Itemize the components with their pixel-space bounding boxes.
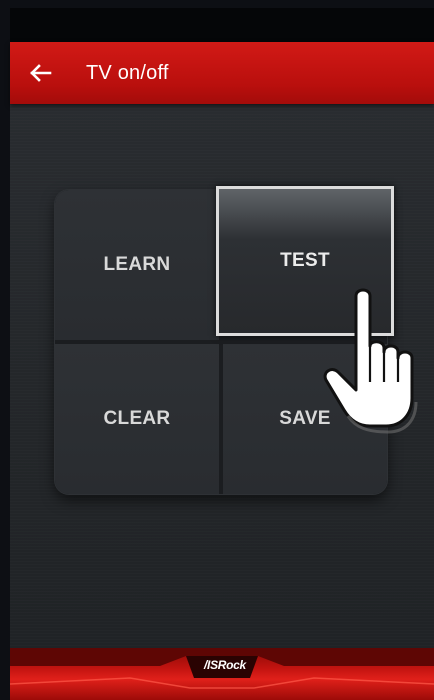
test-button[interactable]: TEST: [216, 186, 394, 336]
brand-logo: /ISRock: [204, 658, 246, 672]
page-title: TV on/off: [86, 62, 169, 84]
learn-button[interactable]: LEARN: [55, 190, 219, 340]
footer-ornament: [10, 648, 434, 689]
brand-footer: /ISRock: [10, 648, 434, 700]
back-button[interactable]: [28, 60, 58, 86]
status-bar: [10, 8, 434, 42]
app-bar: TV on/off: [10, 42, 434, 104]
clear-button[interactable]: CLEAR: [55, 344, 219, 494]
arrow-left-icon: [30, 64, 52, 82]
save-button[interactable]: SAVE: [223, 344, 387, 494]
